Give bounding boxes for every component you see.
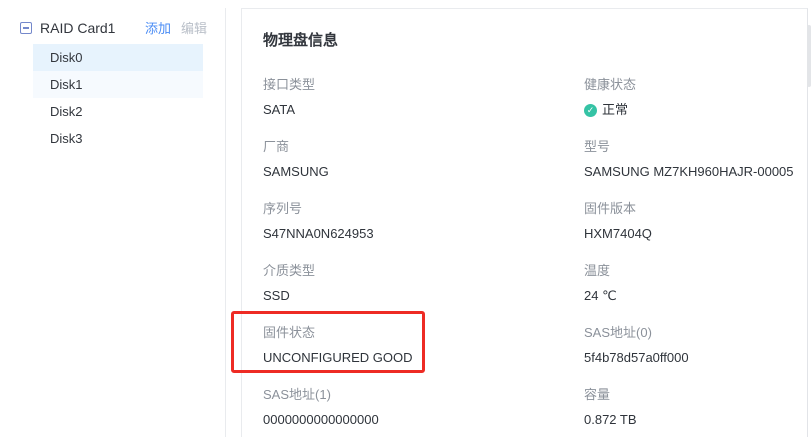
tree-node-raid-card[interactable]: RAID Card1 添加 编辑 — [0, 14, 225, 41]
field-value: 24 ℃ — [584, 287, 807, 305]
field-label: 固件版本 — [584, 200, 807, 218]
field-label: 容量 — [584, 386, 807, 404]
field-label: SAS地址(1) — [263, 386, 584, 404]
field-label: SAS地址(0) — [584, 324, 807, 342]
field-model: 型号 SAMSUNG MZ7KH960HAJR-00005 — [584, 138, 807, 181]
fields-grid: 接口类型 SATA 健康状态 ✓ 正常 厂商 SAMSUNG 型号 SAMSUN… — [263, 76, 807, 437]
field-value: 0000000000000000 — [263, 411, 584, 429]
disk-list: Disk0 Disk1 Disk2 Disk3 — [0, 44, 225, 152]
field-firmware-version: 固件版本 HXM7404Q — [584, 200, 807, 243]
field-media-type: 介质类型 SSD — [263, 262, 584, 305]
field-vendor: 厂商 SAMSUNG — [263, 138, 584, 181]
field-value: 0.872 TB — [584, 411, 807, 429]
disk1-label: Disk1 — [50, 77, 83, 92]
field-value: SSD — [263, 287, 584, 305]
field-sas-address-0: SAS地址(0) 5f4b78d57a0ff000 — [584, 324, 807, 367]
sidebar-disk-tree: RAID Card1 添加 编辑 Disk0 Disk1 Disk2 Disk3 — [0, 8, 226, 437]
sidebar-item-disk1[interactable]: Disk1 — [33, 71, 203, 98]
field-value: UNCONFIGURED GOOD — [263, 349, 584, 367]
field-value: SAMSUNG — [263, 163, 584, 181]
sidebar-item-disk2[interactable]: Disk2 — [33, 98, 203, 125]
field-value: HXM7404Q — [584, 225, 807, 243]
field-label: 接口类型 — [263, 76, 584, 94]
field-label: 厂商 — [263, 138, 584, 156]
field-interface-type: 接口类型 SATA — [263, 76, 584, 119]
field-value: SAMSUNG MZ7KH960HAJR-00005 — [584, 163, 807, 181]
field-value: ✓ 正常 — [584, 101, 807, 119]
disk0-label: Disk0 — [50, 50, 83, 65]
field-value: SATA — [263, 101, 584, 119]
field-label: 介质类型 — [263, 262, 584, 280]
field-value: S47NNA0N624953 — [263, 225, 584, 243]
sidebar-item-disk0[interactable]: Disk0 — [33, 44, 203, 71]
raid-card-label: RAID Card1 — [40, 20, 145, 36]
page-title: 物理盘信息 — [263, 29, 807, 50]
sidebar-item-disk3[interactable]: Disk3 — [33, 125, 203, 152]
edit-link[interactable]: 编辑 — [181, 18, 207, 37]
field-health-status: 健康状态 ✓ 正常 — [584, 76, 807, 119]
field-label: 序列号 — [263, 200, 584, 218]
disk2-label: Disk2 — [50, 104, 83, 119]
field-label: 型号 — [584, 138, 807, 156]
field-value: 5f4b78d57a0ff000 — [584, 349, 807, 367]
field-capacity: 容量 0.872 TB — [584, 386, 807, 429]
field-firmware-state: 固件状态 UNCONFIGURED GOOD — [263, 324, 584, 367]
field-label: 温度 — [584, 262, 807, 280]
vertical-scrollbar-thumb[interactable] — [807, 25, 811, 87]
field-label: 固件状态 — [263, 324, 584, 342]
field-sas-address-1: SAS地址(1) 0000000000000000 — [263, 386, 584, 429]
physical-disk-info-panel: 物理盘信息 接口类型 SATA 健康状态 ✓ 正常 厂商 SAMSUNG 型号 … — [241, 8, 808, 437]
disk3-label: Disk3 — [50, 131, 83, 146]
field-serial-number: 序列号 S47NNA0N624953 — [263, 200, 584, 243]
add-link[interactable]: 添加 — [145, 18, 171, 37]
collapse-minus-icon[interactable] — [20, 22, 32, 34]
health-status-text: 正常 — [602, 101, 628, 119]
field-temperature: 温度 24 ℃ — [584, 262, 807, 305]
field-label: 健康状态 — [584, 76, 807, 94]
check-circle-icon: ✓ — [584, 104, 597, 117]
